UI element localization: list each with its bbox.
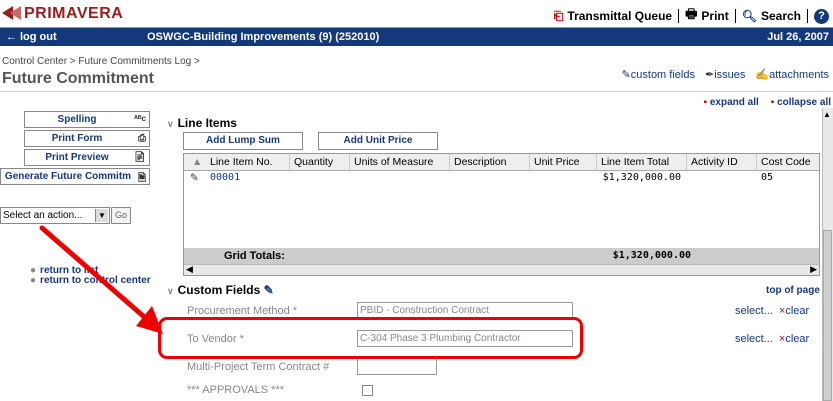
chevron-down-icon: ▼ <box>95 209 108 222</box>
procurement-method-select-link[interactable]: select... <box>735 305 773 317</box>
sort-arrow-icon[interactable]: ▲ <box>192 156 202 168</box>
line-item-total: $1,320,000.00 <box>602 172 681 183</box>
breadcrumb[interactable]: Control Center > Future Commitments Log … <box>2 56 200 67</box>
col-activity-id[interactable]: Activity ID <box>691 156 738 168</box>
top-header: PRIMAVERA ⎗ Transmittal Queue 🖶 Print 🔍︎… <box>0 0 833 28</box>
col-unit-price[interactable]: Unit Price <box>534 156 580 168</box>
custom-fields-link[interactable]: ✎custom fields <box>622 68 695 81</box>
line-items-grid: ▲ Line Item No. Quantity Units of Measur… <box>183 153 820 276</box>
print-form-button[interactable]: Print Form ⎙ <box>24 130 150 147</box>
procurement-method-clear-link[interactable]: clear <box>785 305 809 317</box>
column-divider <box>596 154 597 170</box>
scroll-up-icon[interactable]: ▲ <box>823 110 831 119</box>
page-links: ✎custom fields ✒issues ✍attachments <box>622 68 829 81</box>
multi-project-term-contract-label: Multi-Project Term Contract # <box>187 361 330 373</box>
transmittal-queue-icon: ⎗ <box>553 8 564 23</box>
divider <box>734 9 736 23</box>
expand-icon: ▪ <box>703 97 708 108</box>
collapse-all-link[interactable]: ▪ collapse all <box>771 97 831 108</box>
navigation-bar: ← log out OSWGC-Building Improvements (9… <box>0 28 833 46</box>
preview-icon: 📄︎ <box>133 152 146 163</box>
issues-icon: ✒ <box>704 69 715 81</box>
bullet-icon: ● <box>30 275 37 286</box>
primavera-logo-text: PRIMAVERA <box>24 5 124 22</box>
primavera-logo-icon <box>2 6 21 20</box>
column-divider <box>756 154 757 170</box>
title-divider <box>0 91 833 92</box>
search-link[interactable]: Search <box>761 9 801 23</box>
attachments-icon: ✍ <box>755 69 770 81</box>
generate-icon: 🗎︎ <box>137 173 146 184</box>
grid-totals-value: $1,320,000.00 <box>612 250 691 261</box>
help-icon[interactable]: ? <box>814 8 829 24</box>
print-preview-button[interactable]: Print Preview 📄︎ <box>24 149 150 166</box>
spelling-icon: ᴬᴮc <box>134 114 146 123</box>
line-items-header[interactable]: ∨ Line Items <box>167 116 237 130</box>
table-row: ✎ 00001 $1,320,000.00 05 <box>184 170 819 186</box>
to-vendor-select-link[interactable]: select... <box>735 333 773 345</box>
expand-all-link[interactable]: ▪ expand all <box>704 97 759 108</box>
header-links: ⎗ Transmittal Queue 🖶 Print 🔍︎ Search ? <box>554 5 829 27</box>
grid-totals-row: Grid Totals: $1,320,000.00 <box>184 248 819 264</box>
divider <box>807 9 808 23</box>
column-divider <box>289 154 290 170</box>
multi-project-term-contract-field[interactable] <box>357 358 437 375</box>
go-button[interactable]: Go <box>111 207 131 224</box>
cost-code: 05 <box>761 172 774 183</box>
col-line-item-total[interactable]: Line Item Total <box>601 156 669 168</box>
generate-future-commitment-button[interactable]: Generate Future Commitm 🗎︎ <box>0 168 150 185</box>
spelling-button[interactable]: Spelling ᴬᴮc <box>24 111 150 128</box>
search-icon: 🔍︎ <box>741 9 757 23</box>
procurement-method-actions: select... ×clear <box>735 305 809 317</box>
collapse-chevron-icon: ∨ <box>167 119 174 129</box>
logout-link[interactable]: log out <box>20 31 57 43</box>
add-unit-price-button[interactable]: Add Unit Price <box>318 132 438 150</box>
highlight-box <box>158 317 583 359</box>
custom-fields-header[interactable]: ∨ Custom Fields ✎ <box>167 283 274 297</box>
approvals-label: *** APPROVALS *** <box>187 384 285 396</box>
attachments-link[interactable]: ✍attachments <box>755 68 829 81</box>
scroll-right-icon[interactable]: ▶ <box>810 264 817 275</box>
printer-icon: ⎙ <box>138 133 146 144</box>
col-quantity[interactable]: Quantity <box>294 156 333 168</box>
return-to-control-center-link[interactable]: ● return to control center <box>30 275 151 286</box>
to-vendor-clear-link[interactable]: clear <box>785 333 809 345</box>
col-units-of-measure[interactable]: Units of Measure <box>354 156 433 168</box>
column-divider <box>686 154 687 170</box>
back-arrow-icon[interactable]: ← <box>6 31 17 43</box>
approvals-checkbox[interactable] <box>362 385 373 396</box>
col-line-item-no[interactable]: Line Item No. <box>210 156 272 168</box>
scrollbar-thumb[interactable] <box>823 230 832 401</box>
procurement-method-label: Procurement Method * <box>187 305 298 317</box>
transmittal-queue-link[interactable]: Transmittal Queue <box>567 9 672 23</box>
expand-collapse-links: ▪ expand all ▪ collapse all <box>704 97 831 108</box>
scroll-left-icon[interactable]: ◀ <box>186 264 193 275</box>
project-name: OSWGC-Building Improvements (9) (252010) <box>147 31 380 43</box>
column-divider <box>449 154 450 170</box>
col-cost-code[interactable]: Cost Code <box>761 156 811 168</box>
horizontal-scrollbar[interactable]: ◀ ▶ <box>184 264 819 275</box>
collapse-chevron-icon: ∨ <box>167 286 174 296</box>
print-link[interactable]: Print <box>701 9 728 23</box>
edit-row-icon[interactable]: ✎ <box>190 172 199 184</box>
add-lump-sum-button[interactable]: Add Lump Sum <box>183 132 303 150</box>
column-divider <box>529 154 530 170</box>
edit-custom-fields-icon[interactable]: ✎ <box>264 283 274 297</box>
to-vendor-actions: select... ×clear <box>735 333 809 345</box>
column-divider <box>349 154 350 170</box>
collapse-icon: ▪ <box>770 97 775 108</box>
current-date: Jul 26, 2007 <box>767 31 829 43</box>
col-description[interactable]: Description <box>454 156 507 168</box>
print-icon: 🖶 <box>685 6 698 21</box>
page-title: Future Commitment <box>2 70 154 87</box>
issues-link[interactable]: ✒issues <box>705 68 745 81</box>
top-of-page-link[interactable]: top of page <box>766 285 820 296</box>
action-select[interactable]: Select an action... ▼ <box>0 207 110 224</box>
grid-totals-label: Grid Totals: <box>224 250 285 262</box>
custom-fields-icon: ✎ <box>621 69 631 81</box>
line-item-number[interactable]: 00001 <box>210 172 240 183</box>
divider <box>678 9 680 23</box>
grid-header: ▲ Line Item No. Quantity Units of Measur… <box>184 154 819 171</box>
